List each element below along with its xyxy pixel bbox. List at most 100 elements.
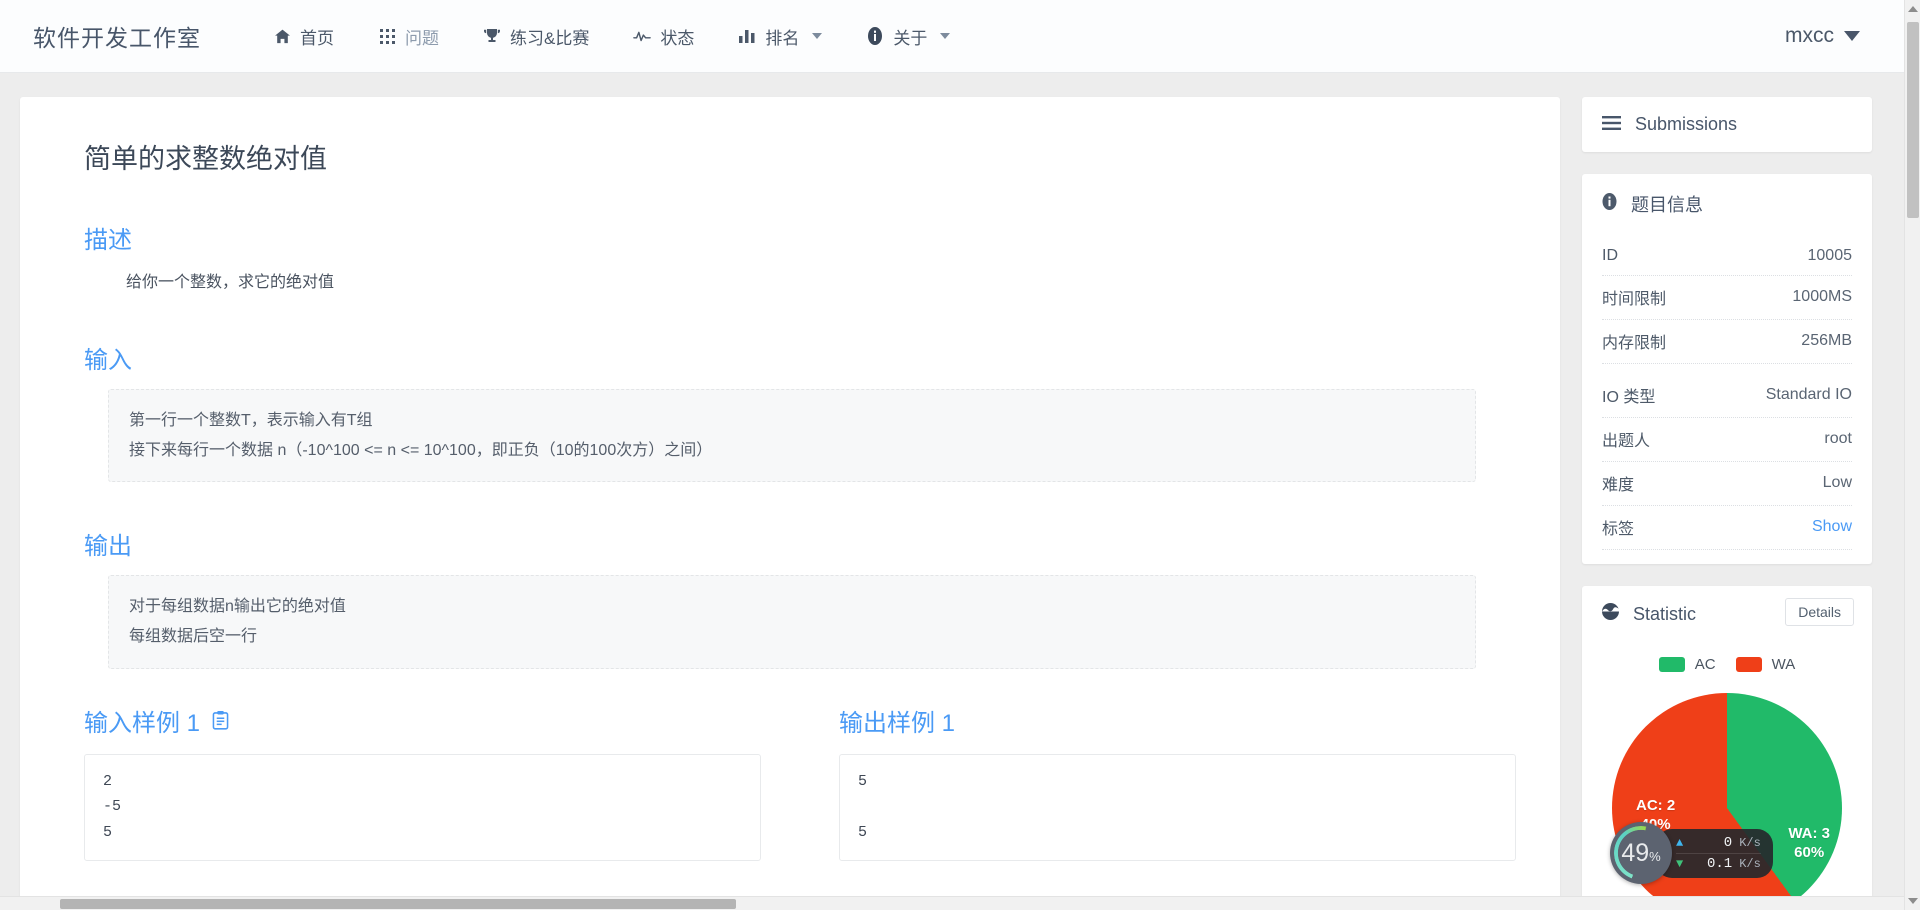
trophy-icon — [483, 27, 501, 45]
info-key: 标签 — [1602, 521, 1635, 538]
sample-input-box: 2 -5 5 — [84, 753, 761, 861]
nav-label-about: 关于 — [893, 28, 928, 48]
info-row-io-type: IO 类型 Standard IO — [1602, 374, 1852, 418]
info-circle-icon — [1602, 193, 1617, 215]
legend-item-ac: AC — [1658, 656, 1716, 673]
clipboard-copy-icon[interactable] — [212, 710, 229, 730]
upload-speed-value: 0 — [1723, 834, 1733, 851]
system-monitor-overlay[interactable]: 49% ▲ 0 K/s ▼ 0.1 K/s — [1610, 822, 1773, 884]
info-value: 256MB — [1801, 332, 1852, 349]
section-heading-input: 输入 — [84, 347, 132, 375]
user-name: mxcc — [1785, 24, 1834, 47]
content-wrap: 简单的求整数绝对值 描述 给你一个整数，求它的绝对值 输入 第一行一个整数T，表… — [0, 73, 1904, 910]
output-spec-box: 对于每组数据n输出它的绝对值 每组数据后空一行 — [108, 575, 1476, 669]
grid-icon — [378, 27, 396, 45]
submissions-label: Submissions — [1635, 114, 1738, 134]
nav-item-home[interactable]: 首页 — [251, 16, 356, 56]
sample-input-heading-row: 输入样例 1 — [84, 703, 761, 738]
info-key: 难度 — [1602, 477, 1635, 494]
legend-label-ac: AC — [1694, 656, 1716, 673]
network-speed-pill: ▲ 0 K/s ▼ 0.1 K/s — [1656, 828, 1773, 878]
info-row-tags: 标签 Show — [1602, 506, 1852, 550]
nav-label-ranking: 排名 — [765, 28, 800, 48]
input-spec-box: 第一行一个整数T，表示输入有T组 接下来每行一个数据 n（-10^100 <= … — [108, 389, 1476, 483]
section-heading-output: 输出 — [84, 533, 132, 561]
info-value: 10005 — [1807, 247, 1853, 264]
nav-item-contests[interactable]: 练习&比赛 — [461, 16, 611, 56]
info-circle-icon — [866, 27, 884, 45]
site-brand[interactable]: 软件开发工作室 — [33, 19, 201, 53]
samples-row: 输入样例 1 2 -5 5 输出样例 1 5 5 — [64, 703, 1516, 861]
page-root: 软件开发工作室 首页 问题 练习&比赛 状态 排名 关于 mxcc 简单的求整数… — [0, 0, 1920, 910]
info-row-difficulty: 难度 Low — [1602, 462, 1852, 506]
legend-swatch-wa — [1735, 657, 1762, 672]
sample-output-col: 输出样例 1 5 5 — [819, 703, 1516, 861]
vertical-scrollbar-thumb[interactable] — [1907, 22, 1919, 218]
info-key: ID — [1602, 247, 1618, 264]
download-speed-unit: K/s — [1739, 856, 1761, 871]
vertical-scrollbar[interactable] — [1904, 0, 1920, 910]
problem-card: 简单的求整数绝对值 描述 给你一个整数，求它的绝对值 输入 第一行一个整数T，表… — [20, 97, 1560, 910]
legend-swatch-ac — [1658, 657, 1685, 672]
cpu-percent-value: 49 — [1621, 838, 1650, 867]
chevron-down-icon — [812, 33, 823, 39]
statistic-header: Statistic Details — [1582, 586, 1872, 642]
sample-output-heading: 输出样例 1 — [839, 709, 956, 737]
nav-item-ranking[interactable]: 排名 — [716, 16, 844, 56]
nav-label-problems: 问题 — [405, 28, 439, 48]
pulse-icon — [633, 27, 652, 45]
home-icon — [273, 27, 291, 45]
top-navbar: 软件开发工作室 首页 问题 练习&比赛 状态 排名 关于 mxcc — [0, 0, 1904, 73]
statistic-title: Statistic — [1633, 603, 1697, 624]
arrow-up-icon: ▲ — [1676, 835, 1684, 850]
info-key: 时间限制 — [1602, 291, 1667, 308]
upload-speed-row: ▲ 0 K/s — [1676, 833, 1761, 853]
info-value: Standard IO — [1765, 386, 1852, 403]
scroll-up-arrow-icon[interactable] — [1908, 6, 1918, 12]
info-key: IO 类型 — [1602, 389, 1656, 406]
page-title: 简单的求整数绝对值 — [84, 144, 327, 174]
details-button[interactable]: Details — [1785, 598, 1854, 626]
cpu-percent-unit: % — [1649, 848, 1661, 864]
horizontal-scrollbar[interactable] — [0, 896, 1904, 910]
info-divider — [1602, 364, 1852, 374]
info-row-memory-limit: 内存限制 256MB — [1602, 320, 1852, 364]
info-row-id: ID 10005 — [1602, 238, 1852, 276]
bar-chart-icon — [738, 27, 756, 45]
chart-pie-icon — [1602, 603, 1619, 625]
nav-label-home: 首页 — [300, 28, 334, 48]
sidebar: Submissions 题目信息 ID 10005 时间限制 1000MS 内存… — [1582, 97, 1872, 910]
arrow-down-icon: ▼ — [1676, 856, 1684, 871]
submissions-card[interactable]: Submissions — [1582, 97, 1872, 152]
nav-item-problems[interactable]: 问题 — [356, 16, 461, 56]
nav-item-about[interactable]: 关于 — [844, 16, 972, 56]
chevron-down-icon — [940, 33, 951, 39]
section-heading-description: 描述 — [84, 227, 132, 254]
horizontal-scrollbar-thumb[interactable] — [60, 899, 736, 909]
info-row-author: 出题人 root — [1602, 418, 1852, 462]
upload-speed-unit: K/s — [1739, 835, 1761, 850]
tags-show-link[interactable]: Show — [1812, 518, 1852, 536]
user-menu[interactable]: mxcc — [1785, 24, 1860, 48]
info-value: 1000MS — [1792, 288, 1852, 305]
scroll-down-arrow-icon[interactable] — [1908, 898, 1918, 904]
sample-output-heading-row: 输出样例 1 — [839, 703, 1516, 738]
submissions-header[interactable]: Submissions — [1582, 97, 1872, 152]
info-value: Low — [1822, 474, 1852, 491]
info-value: root — [1824, 430, 1852, 447]
sample-output-box: 5 5 — [839, 753, 1516, 861]
nav-items: 首页 问题 练习&比赛 状态 排名 关于 — [251, 16, 972, 56]
list-icon — [1602, 114, 1621, 135]
description-text: 给你一个整数，求它的绝对值 — [126, 274, 335, 291]
info-key: 出题人 — [1602, 433, 1651, 450]
nav-label-status: 状态 — [660, 28, 695, 48]
cpu-usage-gauge: 49% — [1610, 822, 1672, 884]
download-speed-row: ▼ 0.1 K/s — [1676, 852, 1761, 874]
nav-label-contests: 练习&比赛 — [510, 28, 590, 48]
sample-input-heading: 输入样例 1 — [84, 709, 201, 737]
problem-info-body: ID 10005 时间限制 1000MS 内存限制 256MB IO 类型 St… — [1582, 234, 1872, 564]
caret-down-icon — [1844, 31, 1860, 41]
download-speed-value: 0.1 — [1706, 855, 1733, 872]
nav-item-status[interactable]: 状态 — [611, 16, 716, 56]
info-key: 内存限制 — [1602, 335, 1667, 352]
